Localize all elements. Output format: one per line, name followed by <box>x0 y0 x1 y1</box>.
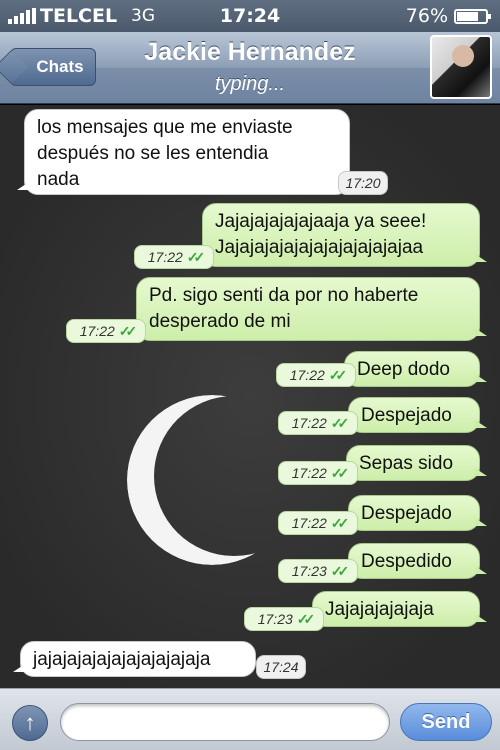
timestamp-text: 17:23 <box>257 611 293 627</box>
incoming-message-bubble[interactable]: los mensajes que me enviaste después no s… <box>17 109 350 195</box>
timestamp-text: 17:22 <box>291 415 327 431</box>
double-check-icon: ✓✓ <box>330 464 350 481</box>
double-check-icon: ✓✓ <box>296 610 316 627</box>
contact-avatar[interactable] <box>430 35 492 99</box>
back-button-label: Chats <box>36 57 84 76</box>
incoming-message-bubble[interactable]: jajajajajajajajajajajaja <box>13 641 256 677</box>
message-input[interactable] <box>60 703 390 741</box>
outgoing-message-bubble[interactable]: Jajajajajajaja <box>312 591 487 627</box>
message-text-line: Jajajajajajajajajajajajajaa <box>215 237 424 258</box>
message-text-line: Jajajajajajaja <box>325 599 434 620</box>
message-text-line: los mensajes que me enviaste <box>37 117 293 138</box>
double-check-icon: ✓✓ <box>330 562 350 579</box>
double-check-icon: ✓✓ <box>330 514 350 531</box>
timestamp-text: 17:22 <box>147 249 183 265</box>
back-to-chats-button[interactable]: Chats <box>0 48 96 86</box>
double-check-icon: ✓✓ <box>186 248 206 265</box>
message-timestamp: 17:22 ✓✓ <box>134 245 214 269</box>
message-text-line: jajajajajajajajajajajaja <box>33 649 211 670</box>
message-text-line: Despejado <box>361 503 452 524</box>
conversation-header: Chats Jackie Hernandez typing... <box>0 32 500 104</box>
message-timestamp: 17:22 ✓✓ <box>278 461 358 485</box>
message-timestamp: 17:22 ✓✓ <box>278 411 358 435</box>
message-timestamp: 17:20 <box>338 171 388 195</box>
timestamp-text: 17:22 <box>291 465 327 481</box>
timestamp-text: 17:20 <box>345 175 381 191</box>
timestamp-text: 17:23 <box>291 563 327 579</box>
outgoing-message-bubble[interactable]: Sepas sido <box>346 445 487 481</box>
message-text-line: nada <box>37 169 80 190</box>
timestamp-text: 17:22 <box>79 323 115 339</box>
back-arrow-icon <box>0 50 28 84</box>
timestamp-text: 17:22 <box>291 515 327 531</box>
message-text-line: Pd. sigo senti da por no haberte <box>149 285 419 306</box>
message-text-line: Deep dodo <box>357 359 450 380</box>
message-text-line: Despejado <box>361 405 452 426</box>
message-input-bar: ↑ Send <box>0 688 500 750</box>
send-button[interactable]: Send <box>400 703 492 741</box>
message-text-line: Despedido <box>361 551 452 572</box>
message-text-line: después no se les entendia <box>37 143 269 164</box>
message-timestamp: 17:22 ✓✓ <box>66 319 146 343</box>
outgoing-message-bubble[interactable]: Despejado <box>348 495 487 531</box>
double-check-icon: ✓✓ <box>330 414 350 431</box>
message-text-line: Jajajajajajajaaja ya seee! <box>215 211 427 232</box>
typing-status: typing... <box>214 73 286 95</box>
message-text-line: desperado de mi <box>149 311 291 332</box>
contact-name: Jackie Hernandez <box>144 38 356 66</box>
double-check-icon: ✓✓ <box>328 366 348 383</box>
message-timestamp: 17:24 <box>256 655 306 679</box>
outgoing-message-bubble[interactable]: Jajajajajajajaaja ya seee! Jajajajajajaja… <box>202 203 487 267</box>
outgoing-message-bubble[interactable]: Deep dodo <box>344 351 487 387</box>
message-timestamp: 17:22 ✓✓ <box>276 363 356 387</box>
status-bar: TELCEL 3G 17:24 76% <box>0 0 500 32</box>
message-timestamp: 17:23 ✓✓ <box>244 607 324 631</box>
crescent-moon-wallpaper <box>127 395 297 565</box>
message-timestamp: 17:23 ✓✓ <box>278 559 358 583</box>
outgoing-message-bubble[interactable]: Despedido <box>348 543 487 579</box>
battery-percent: 76% <box>405 5 448 27</box>
message-text-line: Sepas sido <box>359 453 454 474</box>
outgoing-message-bubble[interactable]: Pd. sigo senti da por no haberte desperad… <box>136 277 487 341</box>
timestamp-text: 17:24 <box>263 659 299 675</box>
double-check-icon: ✓✓ <box>118 322 138 339</box>
outgoing-message-bubble[interactable]: Despejado <box>348 397 487 433</box>
arrow-up-icon[interactable]: ↑ <box>12 705 48 741</box>
chat-area[interactable]: los mensajes que me enviaste después no s… <box>0 105 500 688</box>
timestamp-text: 17:22 <box>289 367 325 383</box>
battery-icon <box>454 9 491 24</box>
message-timestamp: 17:22 ✓✓ <box>278 511 358 535</box>
battery-fill <box>457 12 479 21</box>
